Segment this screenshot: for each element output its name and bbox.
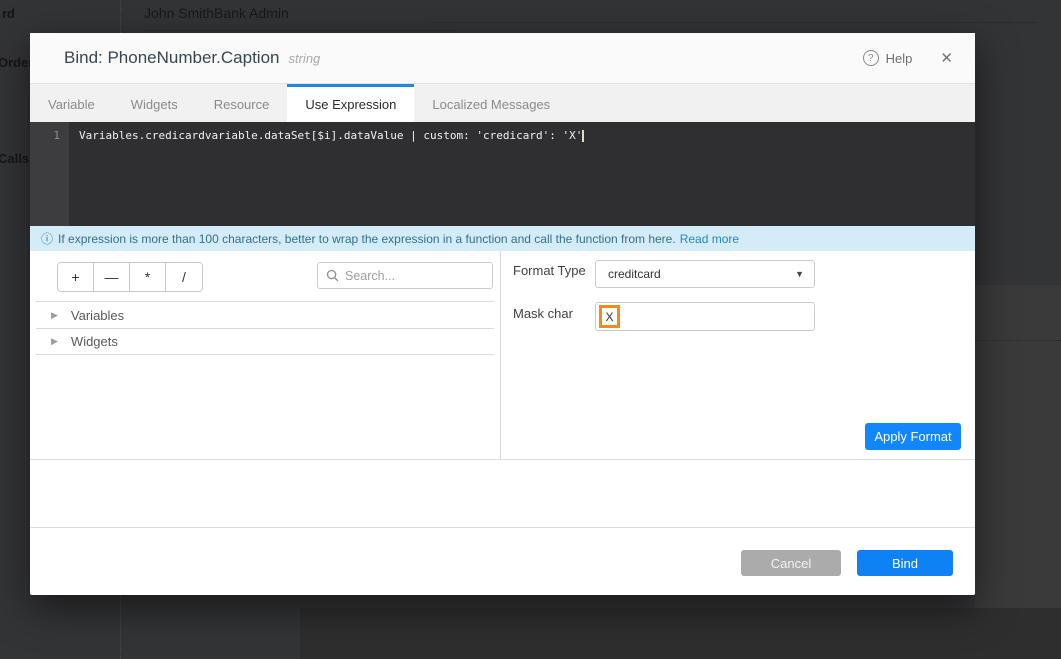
- tree-item-label: Variables: [71, 308, 124, 323]
- line-number: 1: [53, 129, 60, 142]
- tab-use-expression[interactable]: Use Expression: [287, 84, 414, 122]
- cancel-button[interactable]: Cancel: [741, 550, 841, 576]
- info-bar: ⓘ If expression is more than 100 charact…: [30, 226, 975, 251]
- background-divider: [430, 22, 1037, 23]
- text-cursor: [582, 130, 584, 142]
- operator-minus-button[interactable]: —: [94, 263, 130, 291]
- background-divider: [120, 595, 121, 659]
- background-sidebar-label: Calls: [0, 151, 29, 166]
- read-more-link[interactable]: Read more: [680, 232, 739, 246]
- tab-variable[interactable]: Variable: [30, 84, 113, 122]
- operator-plus-button[interactable]: +: [58, 263, 94, 291]
- tab-resource[interactable]: Resource: [196, 84, 288, 122]
- dialog-tabbar: Variable Widgets Resource Use Expression…: [30, 84, 975, 122]
- mask-char-label: Mask char: [513, 306, 573, 321]
- format-panel: Format Type creditcard ▼ Mask char X App…: [501, 251, 975, 459]
- background-sidebar-label: Order: [0, 55, 33, 70]
- background-region-right: [975, 285, 1061, 659]
- format-type-label: Format Type: [513, 263, 586, 278]
- background-divider: [120, 0, 121, 33]
- chevron-right-icon: ▶: [51, 336, 58, 347]
- tab-localized-messages[interactable]: Localized Messages: [414, 84, 568, 122]
- mask-char-field[interactable]: X: [595, 302, 815, 331]
- apply-format-button[interactable]: Apply Format: [865, 423, 961, 450]
- help-button[interactable]: ? Help: [863, 50, 913, 66]
- background-user-label: John SmithBank Admin: [144, 5, 289, 21]
- expression-text: Variables.credicardvariable.dataSet[$i].…: [79, 129, 582, 142]
- background-divider: [144, 30, 455, 31]
- help-icon: ?: [863, 50, 879, 66]
- dialog-title: Bind: PhoneNumber.Caption: [64, 48, 279, 68]
- dialog-body-panels: + — * / ▶ Variables ▶ Widgets: [30, 251, 975, 460]
- bind-button[interactable]: Bind: [857, 550, 953, 576]
- format-type-value: creditcard: [608, 267, 661, 281]
- search-field[interactable]: [317, 262, 493, 289]
- operator-multiply-button[interactable]: *: [130, 263, 166, 291]
- binding-source-tree: ▶ Variables ▶ Widgets: [36, 301, 494, 355]
- bind-dialog: Bind: PhoneNumber.Caption string ? Help …: [30, 33, 975, 595]
- search-input[interactable]: [345, 269, 484, 283]
- background-region-bottom: [300, 608, 1061, 659]
- operator-button-group: + — * /: [57, 262, 203, 292]
- background-sidebar-label: rd: [2, 6, 15, 21]
- operator-divide-button[interactable]: /: [166, 263, 202, 291]
- info-text: If expression is more than 100 character…: [58, 232, 676, 246]
- info-icon: ⓘ: [41, 230, 53, 247]
- background-divider: [25, 95, 26, 595]
- help-label: Help: [886, 51, 913, 66]
- expression-helper-panel: + — * / ▶ Variables ▶ Widgets: [30, 251, 501, 459]
- chevron-right-icon: ▶: [51, 310, 58, 321]
- close-icon[interactable]: ✕: [940, 51, 953, 66]
- tree-item-variables[interactable]: ▶ Variables: [36, 301, 494, 328]
- dialog-empty-area: [30, 460, 975, 527]
- expression-editor[interactable]: 1 Variables.credicardvariable.dataSet[$i…: [30, 122, 975, 226]
- chevron-down-icon: ▼: [795, 269, 804, 279]
- tree-item-label: Widgets: [71, 334, 118, 349]
- background-divider: [975, 340, 1061, 341]
- dialog-footer: Cancel Bind: [30, 527, 975, 593]
- search-icon: [326, 269, 339, 282]
- editor-code-line[interactable]: Variables.credicardvariable.dataSet[$i].…: [69, 122, 975, 226]
- format-type-select[interactable]: creditcard ▼: [595, 260, 815, 288]
- editor-gutter: 1: [30, 122, 69, 226]
- dialog-subtitle-type: string: [288, 51, 320, 66]
- tree-item-widgets[interactable]: ▶ Widgets: [36, 328, 494, 355]
- mask-char-value-highlighted: X: [599, 305, 620, 328]
- tab-widgets[interactable]: Widgets: [113, 84, 196, 122]
- dialog-header: Bind: PhoneNumber.Caption string ? Help …: [30, 33, 975, 84]
